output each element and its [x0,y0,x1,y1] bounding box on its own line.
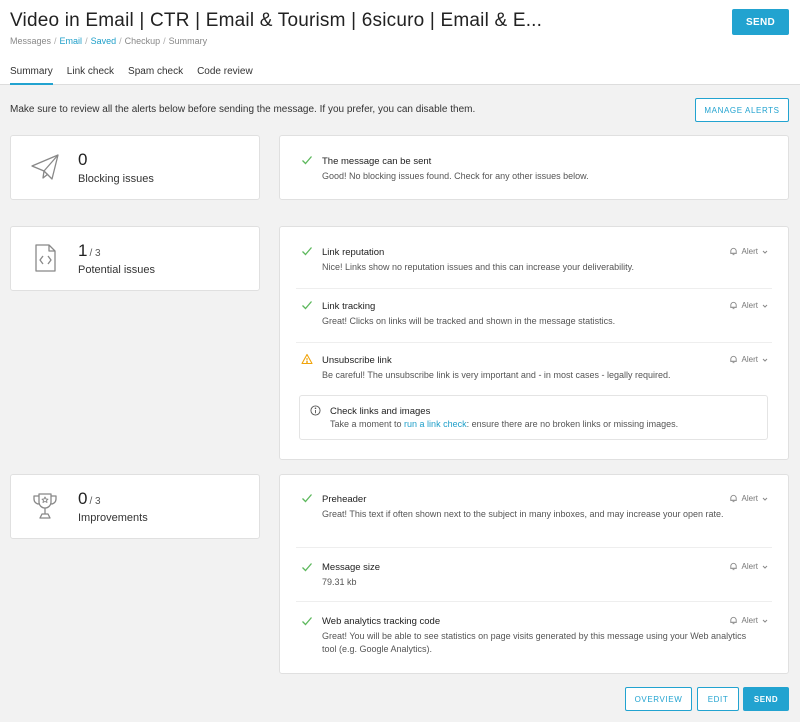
trophy-icon [33,493,57,519]
item-description: Be careful! The unsubscribe link is very… [322,370,671,380]
info-description: Take a moment to run a link check: ensur… [330,419,679,429]
improvements-count: 0/ 3 [78,489,101,508]
alert-dropdown[interactable]: Alert [729,562,768,571]
info-icon [310,405,321,416]
overview-button[interactable]: OVERVIEW [625,687,692,711]
check-icon [302,156,312,165]
blocking-issues-card: 0 Blocking issues [10,135,260,200]
breadcrumb-summary: Summary [168,36,208,46]
chevron-down-icon [762,250,768,254]
bell-icon [729,494,737,503]
bell-icon [729,562,737,571]
alert-dropdown[interactable]: Alert [729,301,768,310]
tab-link-check[interactable]: Link check [67,66,114,85]
chevron-down-icon [762,358,768,362]
blocking-panel: The message can be sent Good! No blockin… [279,135,789,200]
chevron-down-icon [762,565,768,569]
bell-icon [729,616,737,625]
check-icon [302,563,312,572]
item-title: Message size [322,562,381,573]
check-icon [302,494,312,503]
alert-dropdown[interactable]: Alert [729,494,768,503]
tab-summary[interactable]: Summary [10,66,53,85]
improvements-card: 0/ 3 Improvements [10,474,260,539]
item-title: Preheader [322,494,367,505]
manage-alerts-button[interactable]: MANAGE ALERTS [695,98,789,122]
breadcrumb-messages[interactable]: Messages [10,36,51,46]
item-description: Great! This text if often shown next to … [322,509,724,519]
item-title: Unsubscribe link [322,355,392,366]
run-link-check-link[interactable]: run a link check [404,419,467,429]
code-file-icon [35,244,56,272]
bell-icon [729,355,737,364]
item-description: Good! No blocking issues found. Check fo… [322,171,589,181]
page-header: Video in Email | CTR | Email & Tourism |… [0,0,800,85]
send-button-bottom[interactable]: SEND [743,687,789,711]
item-description: Great! Clicks on links will be tracked a… [322,316,616,326]
improvements-label: Improvements [78,512,148,524]
potential-label: Potential issues [78,264,156,276]
edit-button[interactable]: EDIT [697,687,739,711]
potential-count: 1/ 3 [78,241,101,260]
breadcrumb-checkup[interactable]: Checkup [125,36,161,46]
chevron-down-icon [762,619,768,623]
item-title: Web analytics tracking code [322,616,441,627]
item-description: Nice! Links show no reputation issues an… [322,262,634,272]
bell-icon [729,247,737,256]
paper-plane-icon [31,154,59,180]
potential-issues-card: 1/ 3 Potential issues [10,226,260,291]
chevron-down-icon [762,304,768,308]
item-title: The message can be sent [322,156,432,167]
blocking-label: Blocking issues [78,173,154,185]
improvements-panel: Preheader Great! This text if often show… [279,474,789,674]
potential-panel: Link reputation Nice! Links show no repu… [279,226,789,460]
item-description: 79.31 kb [322,577,357,587]
tab-spam-check[interactable]: Spam check [128,66,183,85]
item-description: Great! You will be able to see statistic… [322,631,747,654]
tab-bar: Summary Link check Spam check Code revie… [10,66,267,85]
breadcrumb-email[interactable]: Email [60,36,83,46]
alert-dropdown[interactable]: Alert [729,247,768,256]
review-notice: Make sure to review all the alerts below… [10,104,476,115]
link-check-infobox: Check links and images Take a moment to … [299,395,768,440]
check-icon [302,301,312,310]
send-button-top[interactable]: SEND [732,9,789,35]
alert-dropdown[interactable]: Alert [729,355,768,364]
check-icon [302,247,312,256]
breadcrumb-saved[interactable]: Saved [91,36,117,46]
info-title: Check links and images [330,406,431,417]
warning-icon [301,353,313,365]
tab-code-review[interactable]: Code review [197,66,253,85]
alert-dropdown[interactable]: Alert [729,616,768,625]
item-title: Link reputation [322,247,385,258]
page-title: Video in Email | CTR | Email & Tourism |… [10,10,543,31]
item-title: Link tracking [322,301,376,312]
blocking-count: 0 [78,150,88,169]
breadcrumb: Messages / Email / Saved / Checkup / Summary [10,36,208,46]
chevron-down-icon [762,497,768,501]
check-icon [302,617,312,626]
bell-icon [729,301,737,310]
